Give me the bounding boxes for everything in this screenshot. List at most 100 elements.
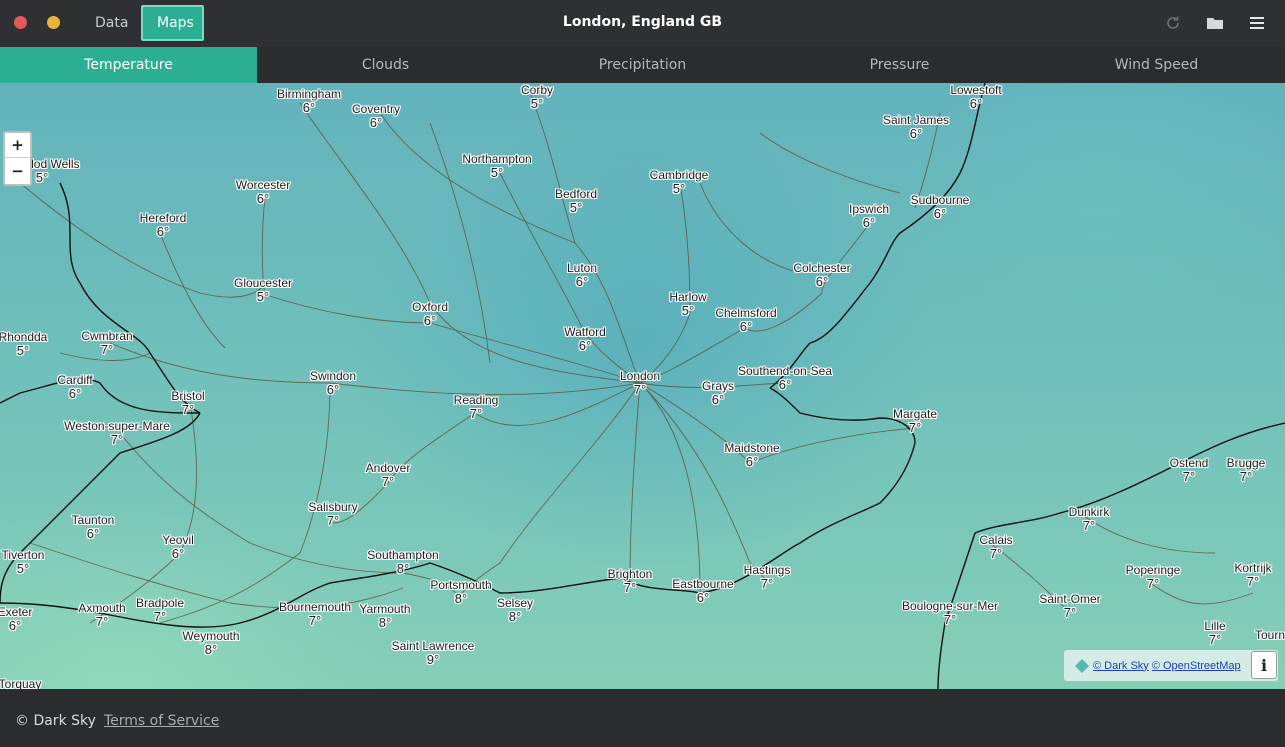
city-label[interactable]: Bournemouth 7° (279, 600, 351, 628)
city-label[interactable]: Maidstone 6° (724, 441, 779, 469)
data-nav-button[interactable]: Data (81, 5, 142, 41)
city-temperature: 9° (426, 652, 440, 667)
city-temperature: 6° (745, 454, 759, 469)
city-label[interactable]: Kortrijk 7° (1234, 561, 1271, 589)
city-label[interactable]: Weymouth 8° (182, 629, 239, 657)
city-label[interactable]: Watford 6° (564, 325, 606, 353)
city-name: Yeovil (162, 533, 194, 547)
city-temperature: 7° (943, 612, 957, 627)
city-label[interactable]: Southampton 8° (367, 548, 438, 576)
city-name: Poperinge (1125, 563, 1181, 577)
city-label[interactable]: Tiverton 5° (2, 548, 45, 576)
city-label[interactable]: Bradpole 7° (136, 596, 184, 624)
city-label[interactable]: Yeovil 6° (162, 533, 194, 561)
city-label[interactable]: Swindon 6° (310, 369, 356, 397)
minimize-window-button[interactable] (47, 16, 60, 29)
tab-pressure[interactable]: Pressure (771, 47, 1028, 83)
city-name: Calais (979, 533, 1013, 547)
city-label[interactable]: Poperinge 7° (1126, 563, 1181, 591)
city-name: Salisbury (308, 500, 358, 514)
tab-clouds[interactable]: Clouds (257, 47, 514, 83)
city-name: Eastbourne (672, 577, 734, 591)
city-label[interactable]: Cwmbran 7° (81, 329, 132, 357)
city-label[interactable]: Tourn (1255, 628, 1285, 642)
city-name: Cwmbran (81, 329, 133, 343)
city-label[interactable]: Dunkirk 7° (1069, 505, 1110, 533)
city-label[interactable]: Gloucester 5° (234, 276, 292, 304)
city-label[interactable]: Boulogne-sur-Mer 7° (902, 599, 998, 627)
refresh-icon[interactable] (1161, 11, 1185, 35)
city-label[interactable]: Ostend 7° (1170, 456, 1209, 484)
city-temperature: 6° (969, 96, 983, 111)
city-label[interactable]: Cambridge 5° (650, 168, 709, 196)
city-temperature: 6° (423, 313, 437, 328)
city-name: Tiverton (1, 548, 45, 562)
city-label[interactable]: Coventry 6° (352, 102, 400, 130)
city-label[interactable]: Portsmouth 8° (430, 578, 491, 606)
city-temperature: 6° (815, 274, 829, 289)
city-label[interactable]: Brugge 7° (1227, 456, 1266, 484)
city-label[interactable]: Saint James 6° (883, 113, 949, 141)
city-temperature: 8° (454, 591, 468, 606)
city-label[interactable]: Lowestoft 6° (950, 83, 1001, 111)
tab-precipitation[interactable]: Precipitation (514, 47, 771, 83)
city-label[interactable]: Chelmsford 6° (715, 306, 776, 334)
city-label[interactable]: Saint-Omer 7° (1039, 592, 1100, 620)
city-temperature: 8° (378, 615, 392, 630)
city-label[interactable]: Calais 7° (979, 533, 1012, 561)
city-label[interactable]: Reading 7° (454, 393, 499, 421)
tab-temperature[interactable]: Temperature (0, 47, 257, 83)
city-label[interactable]: Oxford 6° (412, 300, 448, 328)
city-label[interactable]: Luton 6° (567, 261, 597, 289)
city-label[interactable]: Hastings 7° (744, 563, 791, 591)
city-label[interactable]: Worcester 6° (236, 178, 290, 206)
zoom-out-button[interactable]: − (5, 158, 30, 183)
city-label[interactable]: Harlow 5° (669, 290, 706, 318)
city-label[interactable]: Brighton 7° (608, 567, 653, 595)
city-label[interactable]: Torquay (0, 677, 41, 689)
menu-icon[interactable] (1245, 11, 1269, 35)
city-temperature: 6° (696, 590, 710, 605)
folder-icon[interactable] (1203, 11, 1227, 35)
city-label[interactable]: Sudbourne 6° (911, 193, 970, 221)
maps-nav-button[interactable]: Maps (141, 5, 204, 41)
city-name: Portsmouth (430, 578, 492, 592)
city-temperature: 5° (569, 200, 583, 215)
city-label[interactable]: Birmingham 6° (277, 87, 341, 115)
city-label[interactable]: Bedford 5° (555, 187, 597, 215)
weather-map[interactable]: Birmingham 6° Coventry 6° Corby 5° Lowestoft 6°… (0, 83, 1285, 689)
city-label[interactable]: London 7° (620, 369, 660, 397)
city-label[interactable]: Eastbourne 6° (672, 577, 733, 605)
tab-wind-speed[interactable]: Wind Speed (1028, 47, 1285, 83)
city-label[interactable]: Weston-super-Mare 7° (64, 419, 170, 447)
city-label[interactable]: Hereford 6° (140, 211, 187, 239)
city-label[interactable]: Andover 7° (366, 461, 411, 489)
city-label[interactable]: Salisbury 7° (308, 500, 357, 528)
city-label[interactable]: Grays 6° (702, 379, 734, 407)
city-label[interactable]: Northampton 5° (462, 152, 531, 180)
openstreetmap-attribution-link[interactable]: © OpenStreetMap (1152, 660, 1241, 672)
city-label[interactable]: Axmouth 7° (78, 601, 125, 629)
city-temperature: 7° (95, 614, 109, 629)
city-name: Yarmouth (359, 602, 411, 616)
city-label[interactable]: Lille 7° (1204, 619, 1225, 647)
city-label[interactable]: Selsey 8° (497, 596, 533, 624)
city-label[interactable]: Saint Lawrence 9° (392, 639, 475, 667)
city-label[interactable]: Rhondda 5° (0, 330, 47, 358)
city-name: Gloucester (233, 276, 293, 290)
city-label[interactable]: Yarmouth 8° (359, 602, 410, 630)
terms-of-service-link[interactable]: Terms of Service (104, 713, 219, 729)
city-label[interactable]: Exeter 6° (0, 605, 32, 633)
zoom-in-button[interactable]: + (5, 133, 30, 158)
city-label[interactable]: Bristol 7° (171, 389, 204, 417)
city-label[interactable]: Southend-on-Sea 6° (738, 364, 832, 392)
info-button[interactable]: i (1251, 651, 1277, 679)
city-label[interactable]: Cardiff 6° (57, 373, 92, 401)
city-label[interactable]: Corby 5° (521, 83, 553, 111)
close-window-button[interactable] (14, 16, 27, 29)
dark-sky-attribution-link[interactable]: © Dark Sky (1093, 660, 1149, 672)
city-label[interactable]: Margate 7° (893, 407, 937, 435)
city-label[interactable]: Colchester 6° (793, 261, 850, 289)
city-label[interactable]: Taunton 6° (72, 513, 115, 541)
city-label[interactable]: Ipswich 6° (849, 202, 889, 230)
